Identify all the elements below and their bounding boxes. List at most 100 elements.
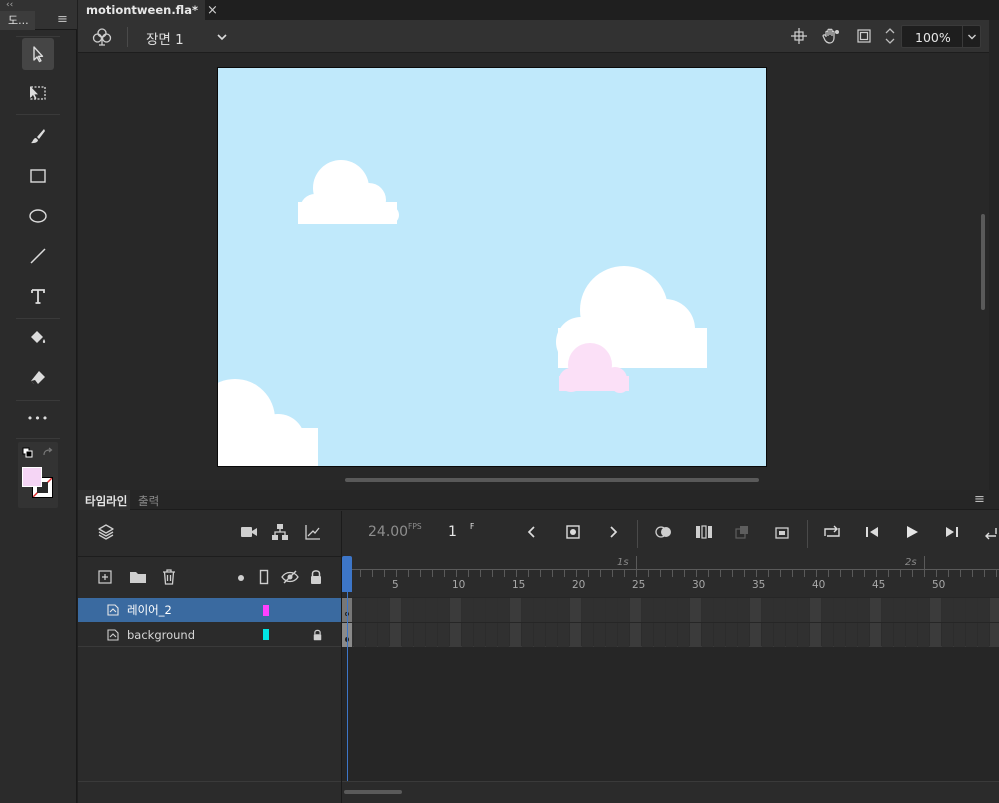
frame-cell [618, 623, 629, 647]
divider [16, 318, 60, 319]
layer-row[interactable]: 레이어_2 [78, 598, 341, 622]
stroke-color-swatch[interactable] [22, 467, 42, 487]
more-tools-icon[interactable]: ••• [22, 412, 54, 432]
frame-cell [882, 623, 893, 647]
frame-cell [966, 623, 977, 647]
playhead[interactable] [342, 556, 352, 592]
zoom-stepper-icon[interactable] [884, 25, 896, 47]
timeline-horizontal-scrollbar[interactable] [344, 790, 402, 794]
frame-cell [966, 598, 977, 622]
stage[interactable] [217, 67, 767, 467]
eye-hidden-icon[interactable] [280, 570, 300, 584]
new-layer-icon[interactable] [98, 570, 112, 584]
scene-club-icon[interactable] [92, 27, 112, 46]
insert-frames-icon[interactable] [774, 524, 790, 540]
lock-icon[interactable] [309, 569, 323, 585]
collapse-panel-icon[interactable]: ‹‹ [6, 0, 13, 10]
frame-cell [678, 598, 689, 622]
zoom-select[interactable]: 100% [901, 25, 981, 48]
insert-keyframe-icon[interactable] [565, 524, 581, 540]
layer-name[interactable]: background [127, 628, 263, 642]
frame-cell [882, 598, 893, 622]
next-keyframe-icon[interactable] [607, 525, 619, 539]
step-forward-icon[interactable] [944, 524, 960, 540]
free-transform-tool[interactable] [22, 77, 54, 109]
text-tool[interactable] [22, 280, 54, 312]
loop-icon[interactable] [823, 524, 841, 540]
oval-icon [29, 209, 47, 223]
vertical-scrollbar[interactable] [981, 214, 985, 310]
trash-icon[interactable] [162, 569, 176, 585]
frames-area[interactable]: 1s 2s 5 10 15 20 25 30 35 40 45 50 [342, 556, 999, 803]
timeline-tab-bar: 타임라인 출력 ≡ [78, 490, 999, 510]
frame-cell [642, 598, 653, 622]
tab-output[interactable]: 출력 [138, 493, 159, 509]
frame-cell [438, 598, 449, 622]
tools-panel-title[interactable]: 도... [0, 11, 35, 30]
frame-cell [942, 598, 953, 622]
frame-cell [666, 598, 677, 622]
current-frame[interactable]: 1 [448, 524, 457, 540]
layer-row[interactable]: background [78, 623, 341, 647]
frame-number: 35 [752, 579, 766, 591]
frame-row[interactable] [342, 623, 999, 647]
frame-row[interactable] [342, 598, 999, 622]
new-folder-icon[interactable] [129, 570, 147, 584]
color-swatches [18, 442, 58, 508]
transform-icon [30, 86, 46, 100]
panel-menu-icon[interactable]: ≡ [974, 492, 985, 507]
document-tab[interactable]: motiontween.fla* × [78, 0, 218, 20]
scene-label[interactable]: 장면 1 [146, 28, 184, 48]
camera-icon[interactable] [240, 524, 258, 540]
close-tab-icon[interactable]: × [207, 3, 218, 18]
divider [16, 36, 60, 37]
outline-icon[interactable] [259, 569, 269, 585]
prev-keyframe-icon[interactable] [526, 525, 538, 539]
lock-icon[interactable] [312, 629, 323, 641]
parenting-icon[interactable] [271, 523, 289, 541]
onion-skin-icon[interactable] [654, 524, 674, 540]
frame-cell [462, 598, 473, 622]
layer-name[interactable]: 레이어_2 [127, 602, 263, 618]
horizontal-scrollbar[interactable] [345, 478, 759, 482]
tab-timeline[interactable]: 타임라인 [78, 490, 130, 510]
panel-menu-icon[interactable]: ≡ [57, 12, 68, 27]
frame-cell [522, 598, 533, 622]
frame-cell [726, 623, 737, 647]
frame-ruler: 1s 2s 5 10 15 20 25 30 35 40 45 50 [342, 556, 999, 597]
frame-cells [342, 598, 999, 622]
graph-icon[interactable] [304, 523, 322, 541]
layer-color-chip[interactable] [263, 604, 269, 616]
highlight-dot-icon[interactable] [237, 574, 245, 582]
divider [807, 520, 808, 548]
rectangle-tool[interactable] [22, 160, 54, 192]
edit-bar: 장면 1 100% [78, 20, 999, 53]
loop-back-icon[interactable] [982, 524, 998, 540]
step-back-icon[interactable] [864, 524, 880, 540]
chevron-down-icon[interactable] [216, 31, 228, 43]
default-colors-icon[interactable] [22, 447, 34, 459]
layers-icon[interactable] [97, 523, 115, 541]
paint-bucket-tool[interactable] [22, 322, 54, 354]
snap-center-icon[interactable] [791, 28, 807, 44]
tools-panel-header: ‹‹ 도... ≡ [0, 0, 77, 30]
layer-color-chip[interactable] [263, 629, 269, 640]
eraser-tool[interactable] [22, 362, 54, 394]
text-icon [31, 289, 45, 304]
play-icon[interactable] [904, 524, 920, 540]
layer-icon [107, 604, 119, 616]
frame-cell [822, 598, 833, 622]
oval-tool[interactable] [22, 200, 54, 232]
line-tool[interactable] [22, 240, 54, 272]
hand-icon[interactable] [822, 27, 840, 45]
frame-cell [402, 623, 413, 647]
selection-tool[interactable] [22, 38, 54, 70]
rectangle-icon [30, 169, 46, 183]
swap-colors-icon[interactable] [42, 447, 54, 459]
clip-stage-icon[interactable] [856, 28, 872, 44]
edit-multiple-frames-icon[interactable] [695, 524, 713, 540]
divider [16, 114, 60, 115]
fps-value[interactable]: 24.00 [368, 524, 408, 540]
frame-cell [750, 623, 761, 647]
brush-tool[interactable] [22, 120, 54, 152]
